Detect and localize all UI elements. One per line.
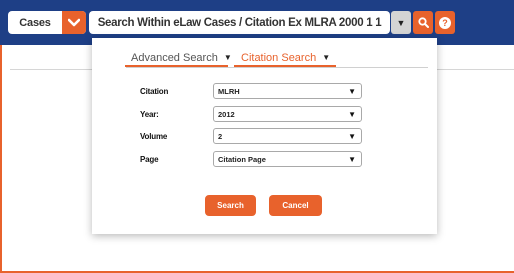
caret-down-icon: ▼ [348, 131, 356, 141]
volume-select[interactable]: 2 ▼ [213, 128, 362, 144]
volume-value: 2 [218, 131, 223, 141]
tab-label: Advanced Search [131, 51, 218, 64]
magnifier-icon [417, 17, 429, 28]
tabs-divider [126, 67, 428, 68]
caret-down-icon: ▼ [322, 53, 331, 62]
caret-down-icon: ▼ [223, 53, 232, 62]
help-button[interactable]: ? [435, 11, 455, 34]
year-value: 2012 [218, 109, 235, 119]
year-label: Year: [140, 110, 159, 119]
tab-label: Citation Search [241, 51, 317, 64]
citation-value: MLRH [218, 86, 240, 96]
caret-down-icon: ▼ [348, 109, 356, 119]
caret-down-icon: ▼ [396, 17, 406, 28]
caret-down-icon: ▼ [348, 86, 356, 96]
citation-select[interactable]: MLRH ▼ [213, 83, 362, 99]
cancel-button[interactable]: Cancel [269, 195, 322, 216]
year-select[interactable]: 2012 ▼ [213, 106, 362, 122]
search-input-text: Search Within eLaw Cases / Citation Ex M… [97, 16, 382, 29]
scope-selector[interactable]: Cases [8, 11, 86, 34]
search-submit-button[interactable]: Search [205, 195, 256, 216]
search-button[interactable] [413, 11, 433, 34]
volume-label: Volume [140, 132, 168, 141]
search-options-panel: Advanced Search ▼ Citation Search ▼ Cita… [92, 38, 437, 234]
search-options-dropdown-button[interactable]: ▼ [391, 11, 411, 34]
citation-label: Citation [140, 87, 169, 96]
caret-down-icon: ▼ [348, 154, 356, 164]
question-mark-icon: ? [439, 16, 451, 29]
chevron-down-icon[interactable] [62, 11, 86, 34]
page-select[interactable]: Citation Page ▼ [213, 151, 362, 167]
page-label: Page [140, 155, 159, 164]
search-input[interactable]: Search Within eLaw Cases / Citation Ex M… [89, 11, 390, 34]
page-value: Citation Page [218, 154, 266, 164]
scope-label: Cases [19, 16, 51, 29]
